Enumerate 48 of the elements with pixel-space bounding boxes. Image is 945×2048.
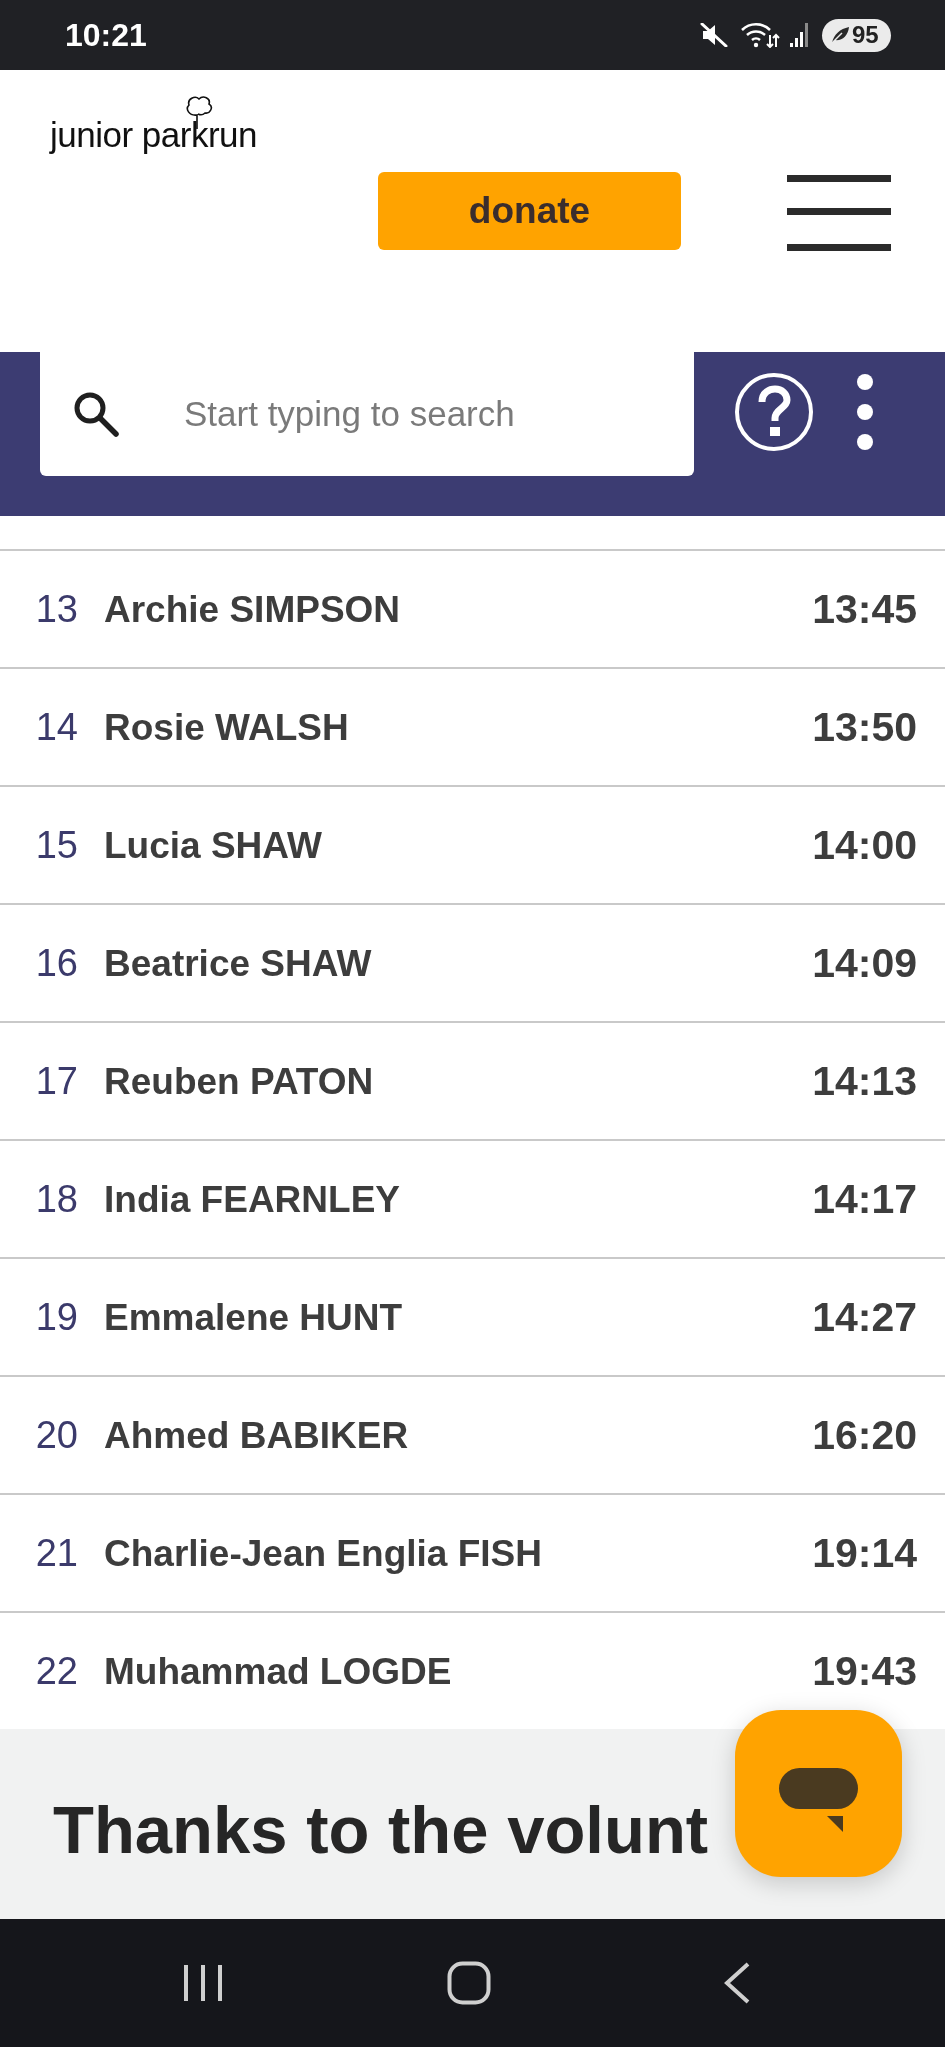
- leaf-icon: [830, 26, 850, 44]
- status-time: 10:21: [65, 19, 147, 51]
- runner-name: Muhammad LOGDE: [104, 1652, 452, 1690]
- runner-name: India FEARNLEY: [104, 1180, 401, 1218]
- finish-time: 13:45: [812, 588, 917, 630]
- position-number: 16: [34, 944, 78, 982]
- finish-time: 19:14: [812, 1532, 917, 1574]
- signal-icon: [790, 23, 810, 47]
- recent-apps-icon[interactable]: [183, 1963, 223, 2003]
- mute-icon: [700, 23, 728, 47]
- position-number: 13: [34, 590, 78, 628]
- runner-name: Lucia SHAW: [104, 826, 322, 864]
- position-number: 14: [34, 708, 78, 746]
- search-field[interactable]: Start typing to search: [40, 352, 694, 476]
- position-number: 18: [34, 1180, 78, 1218]
- position-number: 15: [34, 826, 78, 864]
- runner-name: Archie SIMPSON: [104, 590, 401, 628]
- runner-name: Rosie WALSH: [104, 708, 349, 746]
- finish-time: 14:13: [812, 1060, 917, 1102]
- battery-level: 95: [852, 23, 879, 47]
- finish-time: 14:09: [812, 942, 917, 984]
- search-icon: [73, 391, 119, 437]
- donate-button[interactable]: donate: [378, 172, 681, 250]
- finish-time: 13:50: [812, 706, 917, 748]
- finish-time: 14:00: [812, 824, 917, 866]
- home-icon[interactable]: [447, 1961, 491, 2005]
- position-number: 21: [34, 1534, 78, 1572]
- position-number: 20: [34, 1416, 78, 1454]
- finish-time: 16:20: [812, 1414, 917, 1456]
- position-number: 22: [34, 1652, 78, 1690]
- logo-text[interactable]: junior parkrun: [50, 117, 257, 153]
- runner-name: Ahmed BABIKER: [104, 1416, 409, 1454]
- finish-time: 14:27: [812, 1296, 917, 1338]
- runner-name: Emmalene HUNT: [104, 1298, 403, 1336]
- back-icon[interactable]: [723, 1962, 751, 2004]
- wifi-icon: [741, 22, 780, 48]
- runner-name: Beatrice SHAW: [104, 944, 372, 982]
- finish-time: 14:17: [812, 1178, 917, 1220]
- more-options-icon[interactable]: [856, 374, 874, 450]
- section-heading: Thanks to the volunt: [53, 1795, 709, 1863]
- position-number: 19: [34, 1298, 78, 1336]
- help-icon[interactable]: [734, 372, 814, 452]
- runner-name: Charlie-Jean Englia FISH: [104, 1534, 542, 1572]
- runner-name: Reuben PATON: [104, 1062, 374, 1100]
- chat-button[interactable]: [735, 1710, 902, 1877]
- finish-time: 19:43: [812, 1650, 917, 1692]
- chat-bubble-icon: [779, 1767, 858, 1832]
- position-number: 17: [34, 1062, 78, 1100]
